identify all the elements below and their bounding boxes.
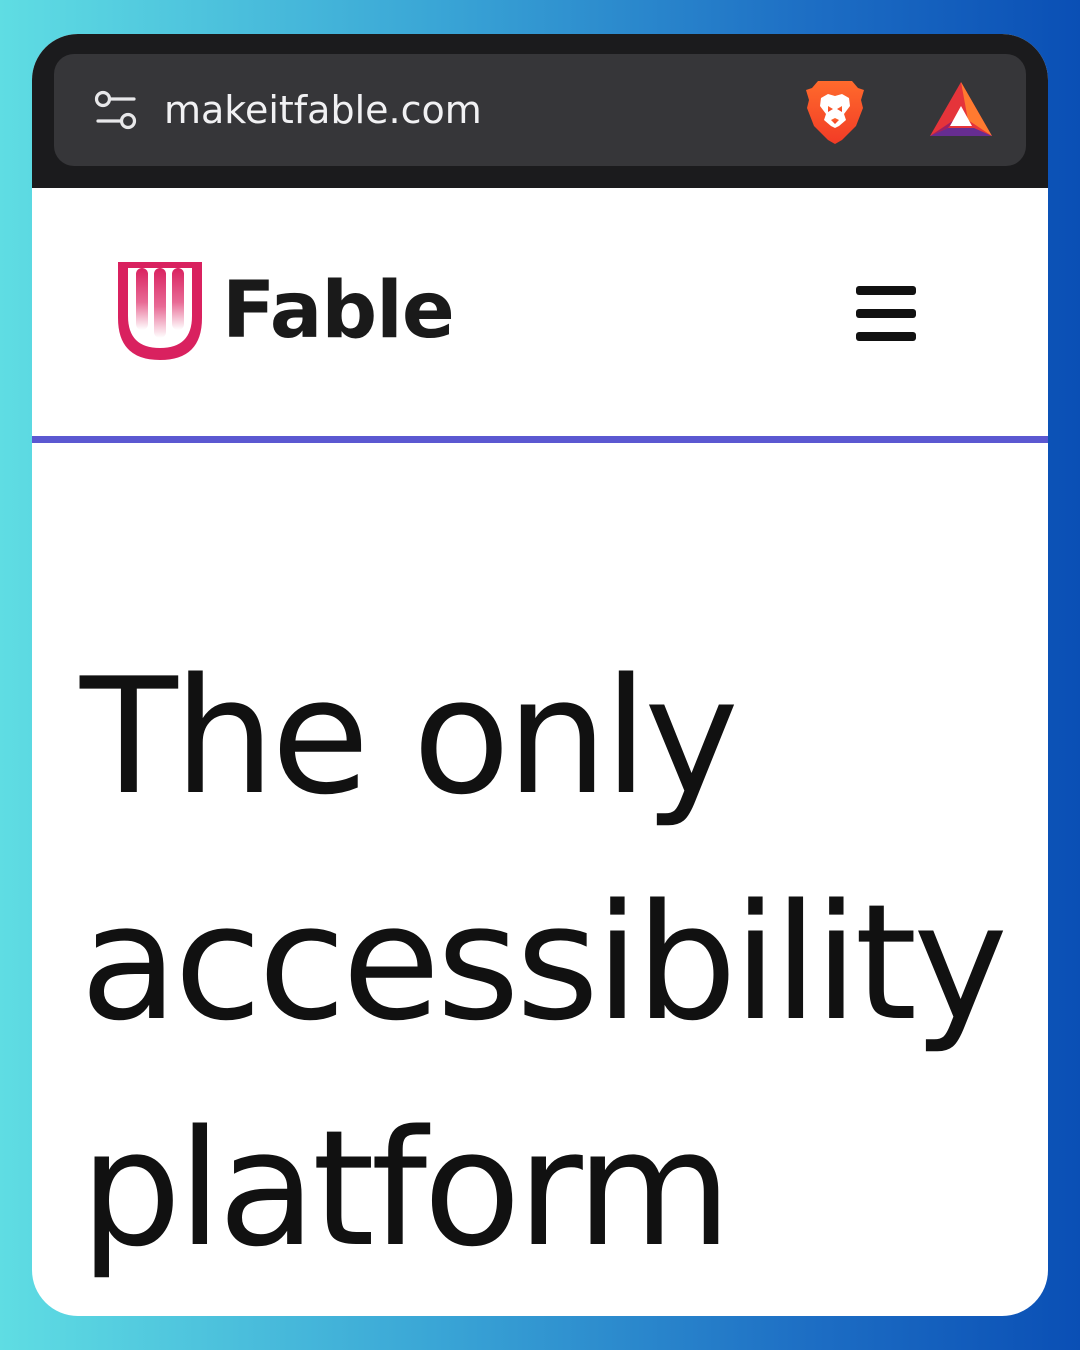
url-text[interactable]: makeitfable.com: [164, 86, 482, 134]
address-bar[interactable]: makeitfable.com: [54, 54, 1026, 166]
menu-bar-top: [856, 286, 916, 295]
hero-section: The only accessibility platform: [80, 624, 1040, 1302]
fable-logo-text[interactable]: Fable: [222, 266, 455, 356]
bat-triangle-icon[interactable]: [928, 80, 994, 140]
menu-bar-bottom: [856, 332, 916, 341]
hero-title-line-2: accessibility: [80, 869, 1008, 1056]
site-header: Fable: [32, 188, 1048, 436]
hamburger-menu-icon[interactable]: [850, 280, 922, 346]
menu-bar-middle: [856, 309, 916, 318]
browser-toolbar: makeitfable.com: [32, 34, 1048, 188]
hero-title-line-1: The only: [80, 643, 739, 830]
brave-lion-icon[interactable]: [804, 78, 866, 146]
header-divider: [32, 436, 1048, 443]
phone-screen: makeitfable.com Fable The only accessibi…: [32, 34, 1048, 1316]
hero-title: The only accessibility platform: [80, 624, 1040, 1302]
fable-logo-icon[interactable]: [116, 260, 204, 362]
tune-icon[interactable]: [94, 90, 138, 130]
hero-title-line-3: platform: [80, 1095, 732, 1282]
